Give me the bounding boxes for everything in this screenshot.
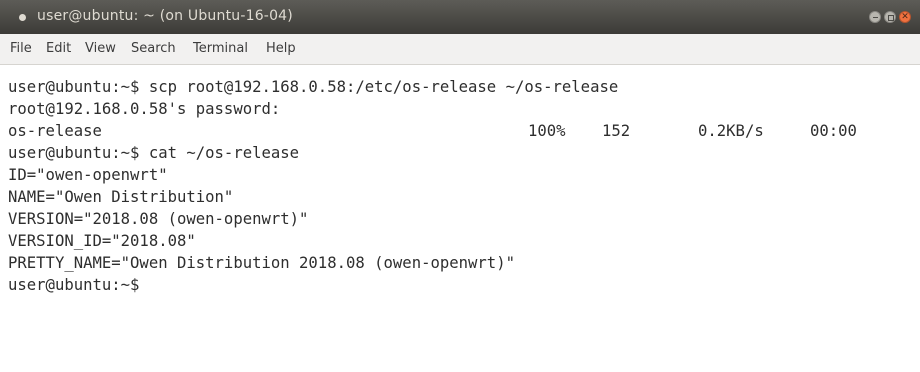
terminal-output[interactable]: user@ubuntu:~$ scp root@192.168.0.58:/et… xyxy=(8,66,912,366)
menu-search[interactable]: Search xyxy=(131,41,176,56)
transfer-eta: 00:00 xyxy=(810,122,857,140)
transfer-progress-line: os-release 100% 152 0.2KB/s 00:00 xyxy=(8,120,912,142)
menu-view[interactable]: View xyxy=(85,41,116,56)
menu-bar: File Edit View Search Terminal Help xyxy=(0,34,920,65)
terminal-line: NAME="Owen Distribution" xyxy=(8,188,234,206)
minimize-icon[interactable] xyxy=(869,11,881,23)
maximize-icon[interactable] xyxy=(884,11,896,23)
terminal-line: VERSION_ID="2018.08" xyxy=(8,232,196,250)
window-status-icon xyxy=(19,14,26,21)
terminal-line: ID="owen-openwrt" xyxy=(8,166,168,184)
menu-edit[interactable]: Edit xyxy=(46,41,71,56)
close-icon[interactable]: ✕ xyxy=(899,11,911,23)
transfer-rate: 0.2KB/s xyxy=(698,122,764,140)
menu-terminal[interactable]: Terminal xyxy=(193,41,248,56)
terminal-window: user@ubuntu: ~ (on Ubuntu-16-04) ✕ File … xyxy=(0,0,920,372)
terminal-line: VERSION="2018.08 (owen-openwrt)" xyxy=(8,210,309,228)
terminal-line: user@ubuntu:~$ cat ~/os-release xyxy=(8,144,300,162)
terminal-line: root@192.168.0.58's password: xyxy=(8,100,281,118)
terminal-prompt: user@ubuntu:~$ xyxy=(8,276,140,294)
transfer-file: os-release xyxy=(8,122,102,140)
terminal-line: PRETTY_NAME="Owen Distribution 2018.08 (… xyxy=(8,254,515,272)
menu-file[interactable]: File xyxy=(10,41,32,56)
terminal-line: user@ubuntu:~$ scp root@192.168.0.58:/et… xyxy=(8,78,619,96)
transfer-size: 152 xyxy=(602,122,631,140)
window-title: user@ubuntu: ~ (on Ubuntu-16-04) xyxy=(37,8,293,24)
menu-help[interactable]: Help xyxy=(266,41,296,56)
transfer-percent: 100% xyxy=(528,122,566,140)
title-bar[interactable]: user@ubuntu: ~ (on Ubuntu-16-04) ✕ xyxy=(0,0,920,34)
